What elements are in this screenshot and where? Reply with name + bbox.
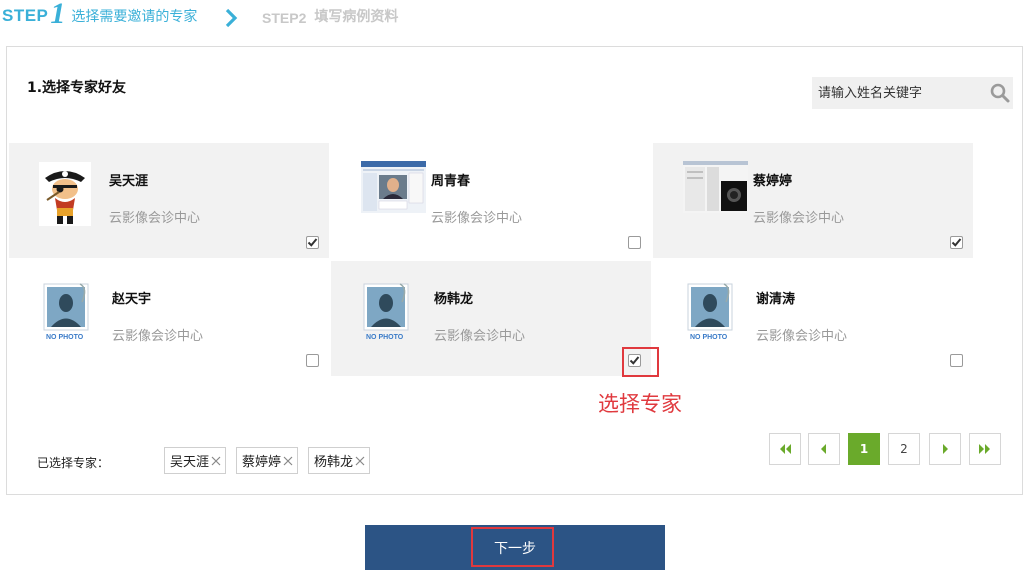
section-title: 1.选择专家好友 [27,80,127,96]
no-photo-caption: NO PHOTO [690,334,728,341]
last-page-button[interactable] [969,433,1001,465]
close-icon[interactable] [211,456,221,466]
no-photo-caption: NO PHOTO [366,334,404,341]
selected-expert-tag: 吴天涯 [164,447,227,474]
check-icon [307,238,318,247]
expert-avatar [39,162,91,226]
expert-checkbox[interactable] [628,236,641,249]
expert-checkbox[interactable] [950,236,963,249]
expert-card[interactable]: 蔡婷婷 云影像会诊中心 [653,143,973,258]
tag-label: 吴天涯 [170,455,210,470]
step-indicator: STEP 1 选择需要邀请的专家 STEP2 填写病例资料 [2,0,602,36]
selected-expert-tag: 杨韩龙 [308,447,371,474]
expert-org: 云影像会诊中心 [434,329,526,344]
expert-checkbox[interactable] [306,354,319,367]
expert-card[interactable]: 吴天涯 云影像会诊中心 [9,143,329,258]
first-page-button[interactable] [769,433,801,465]
page-2-button[interactable]: 2 [888,433,920,465]
tag-label: 杨韩龙 [314,455,354,470]
expert-name: 周青春 [431,174,471,189]
expert-org: 云影像会诊中心 [109,211,201,226]
no-photo-caption: NO PHOTO [46,334,84,341]
step-2-label: STEP2 [262,10,307,26]
step-1-label: STEP [2,6,49,25]
selected-experts-label: 已选择专家： [37,456,110,470]
step-2-text: 填写病例资料 [314,9,399,25]
close-icon[interactable] [355,456,365,466]
chevron-right-icon [943,444,948,454]
chevron-right-icon [225,8,238,28]
expert-checkbox[interactable] [306,236,319,249]
expert-name: 蔡婷婷 [753,174,793,189]
close-icon[interactable] [283,456,293,466]
expert-card[interactable]: 周青春 云影像会诊中心 [331,143,651,258]
double-chevron-left-icon [780,444,791,454]
expert-org: 云影像会诊中心 [431,211,523,226]
search-icon[interactable] [989,82,1011,104]
page-1-button[interactable]: 1 [848,433,880,465]
selected-expert-tag: 蔡婷婷 [236,447,299,474]
expert-name: 谢清涛 [756,292,796,307]
search-input[interactable] [812,77,982,109]
expert-card[interactable]: NO PHOTO 赵天宇 云影像会诊中心 [9,261,329,376]
step-2: STEP2 填写病例资料 [262,0,398,36]
double-chevron-right-icon [979,444,990,454]
expert-avatar [683,161,748,213]
tag-label: 蔡婷婷 [242,455,282,470]
step-1: STEP 1 选择需要邀请的专家 [2,0,197,36]
expert-checkbox[interactable] [950,354,963,367]
next-button-highlight [471,527,554,567]
expert-name: 吴天涯 [109,174,149,189]
expert-avatar [361,161,426,213]
expert-org: 云影像会诊中心 [112,329,204,344]
step-1-number: 1 [50,0,66,30]
check-icon [951,238,962,247]
chevron-left-icon [821,444,826,454]
expert-org: 云影像会诊中心 [753,211,845,226]
expert-card[interactable]: NO PHOTO 谢清涛 云影像会诊中心 [653,261,973,376]
expert-org: 云影像会诊中心 [756,329,848,344]
checkbox-highlight [622,347,659,377]
step-1-text: 选择需要邀请的专家 [71,9,198,25]
expert-card[interactable]: NO PHOTO 杨韩龙 云影像会诊中心 [331,261,651,376]
prev-page-button[interactable] [808,433,840,465]
annotation-label: 选择专家 [598,392,682,416]
expert-name: 杨韩龙 [434,292,474,307]
search-box [812,77,1013,109]
expert-selection-panel: 1.选择专家好友 吴天涯 云影像会诊中心 [6,46,1023,495]
next-page-button[interactable] [929,433,961,465]
expert-name: 赵天宇 [112,292,152,307]
